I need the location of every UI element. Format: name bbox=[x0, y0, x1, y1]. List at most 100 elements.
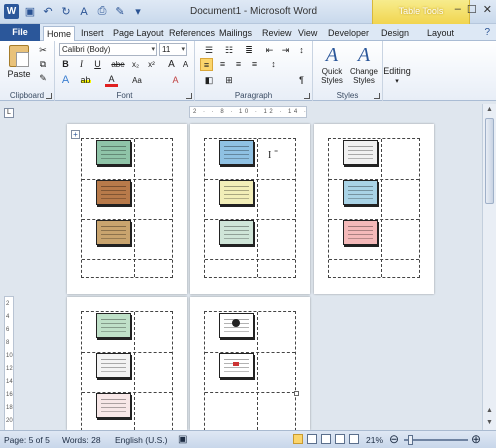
align-center-icon[interactable]: ≡ bbox=[216, 58, 229, 71]
word-count[interactable]: Words: 28 bbox=[62, 435, 101, 445]
page-indicator[interactable]: Page: 5 of 5 bbox=[4, 435, 50, 445]
highlight-icon[interactable]: ab bbox=[79, 74, 92, 87]
sort-icon[interactable]: ↕ bbox=[295, 44, 308, 57]
redo-icon[interactable]: ↻ bbox=[59, 5, 73, 19]
macro-record-icon[interactable]: ▣ bbox=[178, 434, 187, 445]
clear-formatting-button[interactable]: A bbox=[169, 74, 182, 87]
tab-insert[interactable]: Insert bbox=[78, 26, 107, 41]
clipboard-launcher-icon[interactable] bbox=[46, 93, 52, 99]
picture-thumbnail[interactable] bbox=[219, 140, 254, 165]
tab-page-layout[interactable]: Page Layout bbox=[110, 26, 167, 41]
styles-launcher-icon[interactable] bbox=[374, 93, 380, 99]
picture-thumbnail[interactable] bbox=[96, 140, 131, 165]
picture-thumbnail[interactable] bbox=[343, 140, 378, 165]
change-case-button[interactable]: Aa bbox=[127, 74, 147, 87]
decrease-indent-icon[interactable]: ⇤ bbox=[263, 44, 276, 57]
bold-button[interactable]: B bbox=[59, 58, 72, 71]
picture-thumbnail[interactable] bbox=[219, 220, 254, 245]
picture-thumbnail[interactable] bbox=[96, 313, 131, 338]
numbering-icon[interactable]: ☷ bbox=[220, 44, 238, 57]
tab-layout[interactable]: Layout bbox=[424, 26, 457, 41]
font-name-combo[interactable]: Calibri (Body) ▾ bbox=[59, 43, 157, 56]
zoom-slider-knob[interactable] bbox=[408, 435, 413, 445]
superscript-button[interactable]: x² bbox=[145, 58, 158, 71]
zoom-slider[interactable] bbox=[404, 435, 468, 445]
font-color-icon[interactable]: A bbox=[105, 74, 118, 87]
print-layout-view-icon[interactable] bbox=[293, 434, 303, 444]
table-resize-handle[interactable] bbox=[294, 391, 299, 396]
picture-thumbnail[interactable] bbox=[343, 220, 378, 245]
picture-thumbnail[interactable] bbox=[219, 313, 254, 338]
format-painter-qat-icon[interactable]: ✎ bbox=[113, 5, 127, 19]
word-logo-icon[interactable]: W bbox=[4, 4, 19, 19]
page-5[interactable] bbox=[190, 297, 310, 441]
show-marks-icon[interactable]: ¶ bbox=[295, 74, 308, 87]
language-indicator[interactable]: English (U.S.) bbox=[115, 435, 167, 445]
draft-view-icon[interactable] bbox=[349, 434, 359, 444]
change-styles-button[interactable]: A Change Styles bbox=[347, 43, 381, 87]
chevron-down-icon[interactable]: ▾ bbox=[391, 77, 403, 85]
zoom-level[interactable]: 21% bbox=[366, 435, 383, 445]
tab-selector[interactable]: L bbox=[4, 108, 14, 118]
tab-home[interactable]: Home bbox=[43, 26, 76, 41]
font-size-combo[interactable]: 11 ▾ bbox=[159, 43, 187, 56]
align-right-icon[interactable]: ≡ bbox=[232, 58, 245, 71]
paste-icon[interactable] bbox=[9, 45, 29, 67]
scroll-up-icon[interactable]: ▲ bbox=[485, 106, 494, 115]
help-icon[interactable]: ? bbox=[484, 27, 490, 38]
close-button[interactable]: ✕ bbox=[483, 3, 492, 16]
picture-thumbnail[interactable] bbox=[219, 353, 254, 378]
grow-font-button[interactable]: A bbox=[165, 58, 178, 71]
web-layout-view-icon[interactable] bbox=[321, 434, 331, 444]
justify-icon[interactable]: ≡ bbox=[248, 58, 261, 71]
save-icon[interactable]: ▣ bbox=[23, 5, 37, 19]
subscript-button[interactable]: x₂ bbox=[129, 58, 142, 71]
strikethrough-button[interactable]: abe bbox=[109, 58, 127, 71]
print-preview-icon[interactable]: ⎙ bbox=[95, 5, 109, 19]
layout-options-icon[interactable]: ⁼ bbox=[274, 148, 278, 157]
align-left-icon[interactable]: ≡ bbox=[200, 58, 213, 71]
tab-references[interactable]: References bbox=[166, 26, 218, 41]
picture-thumbnail[interactable] bbox=[96, 353, 131, 378]
horizontal-ruler[interactable]: 2 · · 8 · 10 · 12 · 14 · 16 · 18 bbox=[189, 106, 307, 118]
minimize-button[interactable]: – bbox=[455, 3, 461, 16]
page-1[interactable]: + bbox=[67, 124, 187, 294]
outline-view-icon[interactable] bbox=[335, 434, 345, 444]
page-3[interactable] bbox=[314, 124, 434, 294]
zoom-in-icon[interactable]: ⊕ bbox=[471, 432, 481, 446]
tab-mailings[interactable]: Mailings bbox=[216, 26, 255, 41]
italic-button[interactable]: I bbox=[75, 58, 88, 71]
picture-thumbnail[interactable] bbox=[219, 180, 254, 205]
page-2[interactable]: I ⁼ bbox=[190, 124, 310, 294]
customize-qat-icon[interactable]: ▾ bbox=[131, 5, 145, 19]
picture-thumbnail[interactable] bbox=[96, 220, 131, 245]
shading-icon[interactable]: ◧ bbox=[200, 74, 218, 87]
paragraph-launcher-icon[interactable] bbox=[304, 93, 310, 99]
full-screen-view-icon[interactable] bbox=[307, 434, 317, 444]
editing-button[interactable]: Editing bbox=[379, 65, 415, 77]
spelling-icon[interactable]: A bbox=[77, 5, 91, 19]
shrink-font-button[interactable]: A bbox=[179, 58, 192, 71]
tab-view[interactable]: View bbox=[295, 26, 320, 41]
borders-icon[interactable]: ⊞ bbox=[220, 74, 238, 87]
font-launcher-icon[interactable] bbox=[186, 93, 192, 99]
tab-review[interactable]: Review bbox=[259, 26, 295, 41]
cut-icon[interactable]: ✂ bbox=[37, 44, 49, 56]
increase-indent-icon[interactable]: ⇥ bbox=[279, 44, 292, 57]
scroll-prev-page-icon[interactable]: ▲ bbox=[485, 407, 494, 416]
vertical-ruler[interactable]: 2 4 6 8 10 12 14 16 18 20 bbox=[4, 296, 14, 432]
picture-thumbnail[interactable] bbox=[343, 180, 378, 205]
tab-design[interactable]: Design bbox=[378, 26, 412, 41]
scroll-thumb[interactable] bbox=[485, 118, 494, 204]
quick-styles-button[interactable]: A Quick Styles bbox=[315, 43, 349, 87]
copy-icon[interactable]: ⧉ bbox=[37, 58, 49, 70]
vertical-scrollbar[interactable]: ▲ ▲ ▼ bbox=[482, 104, 496, 430]
page-4[interactable] bbox=[67, 297, 187, 441]
maximize-button[interactable]: ☐ bbox=[467, 3, 477, 16]
picture-thumbnail[interactable] bbox=[96, 393, 131, 418]
tab-file[interactable]: File bbox=[0, 24, 40, 41]
line-spacing-icon[interactable]: ↕ bbox=[267, 58, 280, 71]
zoom-out-icon[interactable]: ⊖ bbox=[389, 432, 399, 446]
bullets-icon[interactable]: ☰ bbox=[200, 44, 218, 57]
table-move-handle-icon[interactable]: + bbox=[71, 130, 80, 139]
